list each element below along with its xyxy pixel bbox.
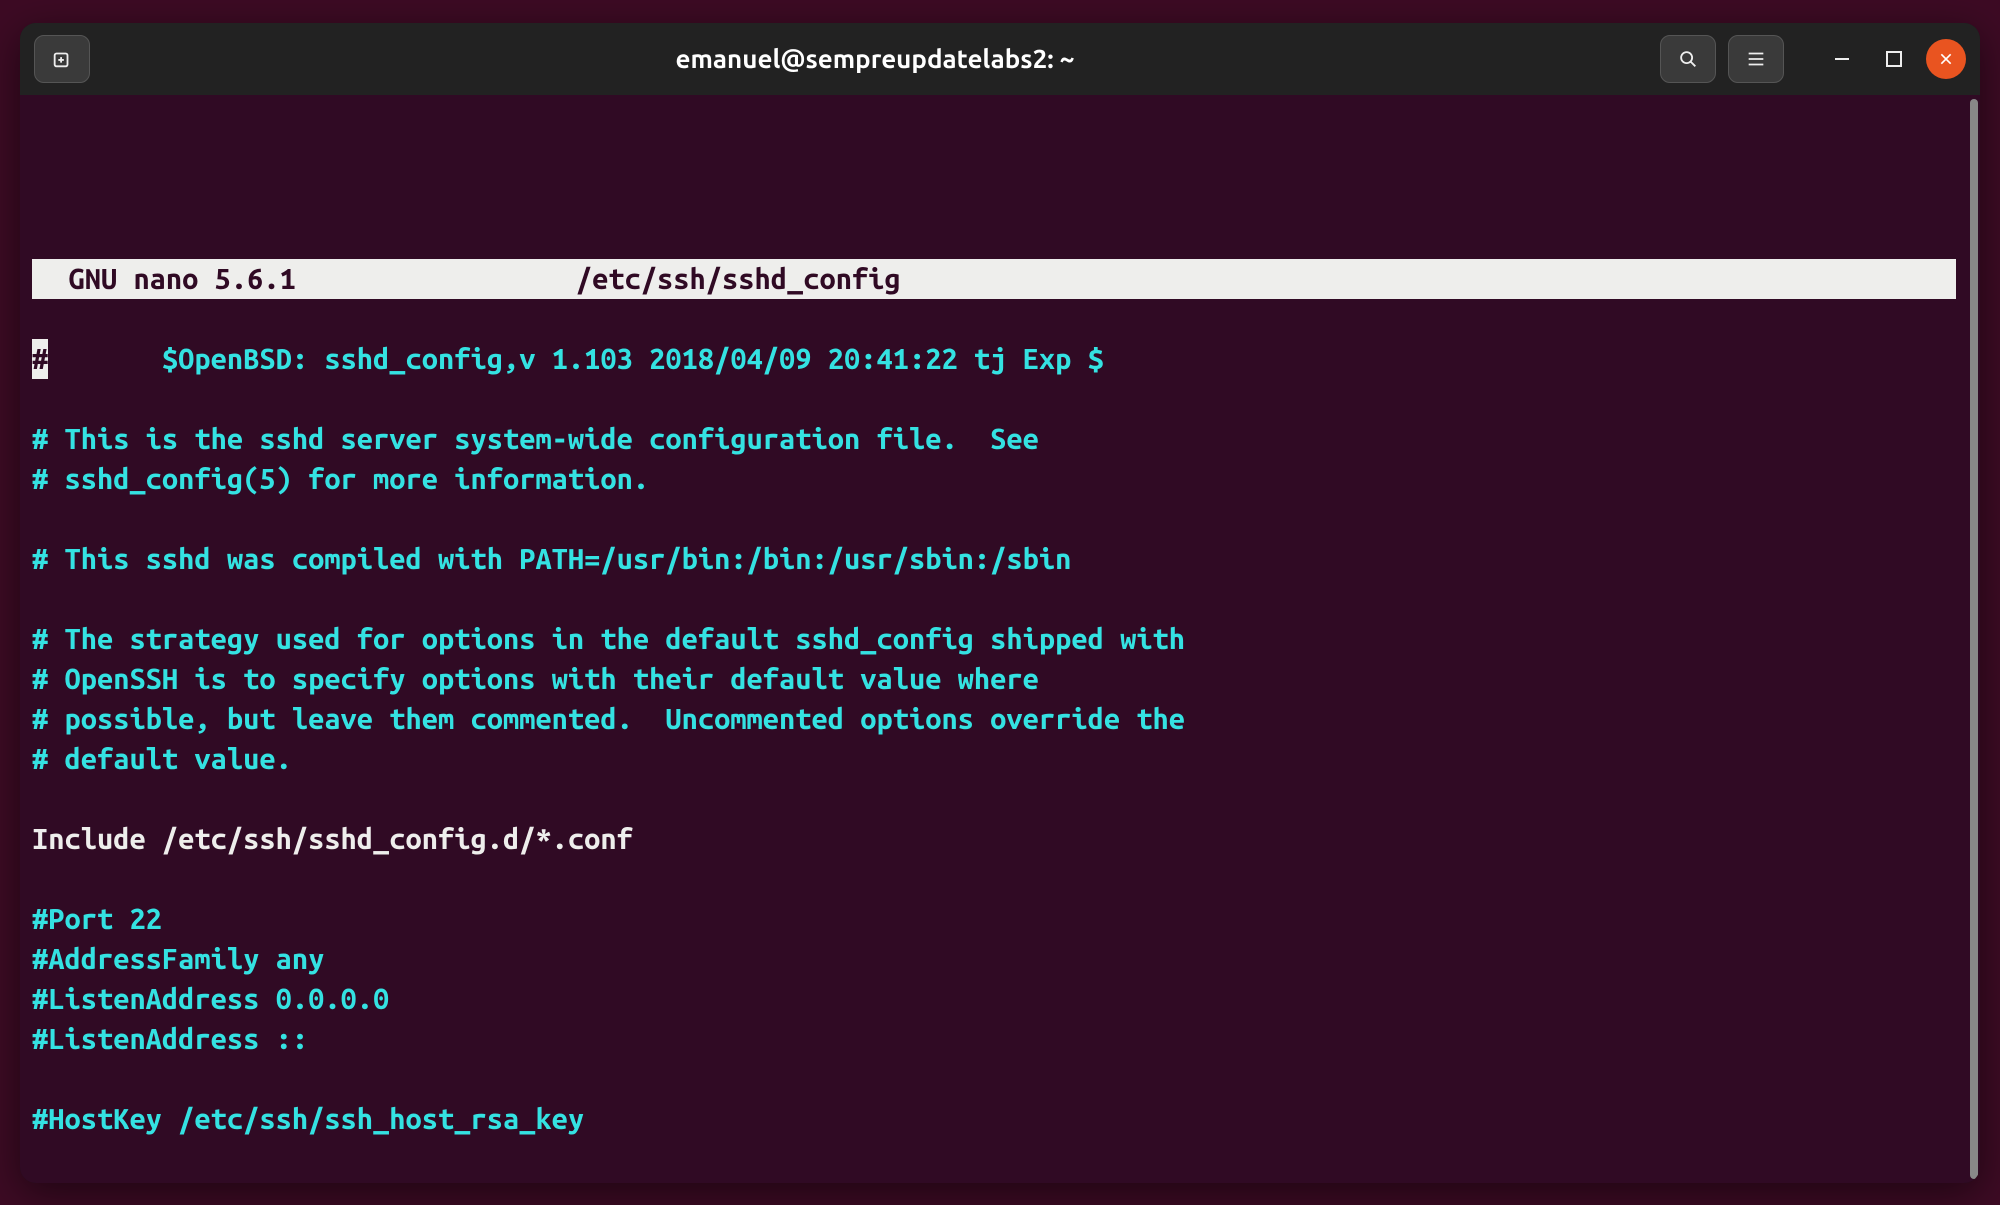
file-line: # possible, but leave them commented. Un… <box>32 703 1185 735</box>
file-line: # This is the sshd server system-wide co… <box>32 423 1039 455</box>
file-line: #ListenAddress 0.0.0.0 <box>32 983 389 1015</box>
window-title: emanuel@sempreupdatelabs2: ~ <box>100 44 1650 73</box>
file-line: # The strategy used for options in the d… <box>32 623 1185 655</box>
search-button[interactable] <box>1660 35 1716 83</box>
file-line: Include /etc/ssh/sshd_config.d/*.conf <box>32 823 633 855</box>
cursor: # <box>32 339 48 379</box>
file-line: # sshd_config(5) for more information. <box>32 463 649 495</box>
titlebar: emanuel@sempreupdatelabs2: ~ <box>20 23 1980 95</box>
editor-content[interactable]: # $OpenBSD: sshd_config,v 1.103 2018/04/… <box>32 339 1976 1139</box>
file-line: $OpenBSD: sshd_config,v 1.103 2018/04/09… <box>48 343 1104 375</box>
new-tab-button[interactable] <box>34 35 90 83</box>
nano-header-bar: GNU nano 5.6.1/etc/ssh/sshd_config <box>32 259 1956 299</box>
scrollbar[interactable] <box>1970 99 1978 1179</box>
minimize-button[interactable] <box>1822 39 1862 79</box>
file-line: # default value. <box>32 743 292 775</box>
close-button[interactable] <box>1926 39 1966 79</box>
file-line: # OpenSSH is to specify options with the… <box>32 663 1039 695</box>
menu-button[interactable] <box>1728 35 1784 83</box>
nano-app-name: GNU nano 5.6.1 <box>68 259 295 299</box>
terminal-body[interactable]: GNU nano 5.6.1/etc/ssh/sshd_config # $Op… <box>20 95 1980 1183</box>
nano-file-path: /etc/ssh/sshd_config <box>576 259 901 299</box>
file-line: #AddressFamily any <box>32 943 324 975</box>
file-line: #HostKey /etc/ssh/ssh_host_rsa_key <box>32 1103 584 1135</box>
file-line: # This sshd was compiled with PATH=/usr/… <box>32 543 1071 575</box>
maximize-button[interactable] <box>1874 39 1914 79</box>
terminal-window: emanuel@sempreupdatelabs2: ~ GNU nano 5.… <box>20 23 1980 1183</box>
file-line: #ListenAddress :: <box>32 1023 308 1055</box>
file-line: #Port 22 <box>32 903 162 935</box>
